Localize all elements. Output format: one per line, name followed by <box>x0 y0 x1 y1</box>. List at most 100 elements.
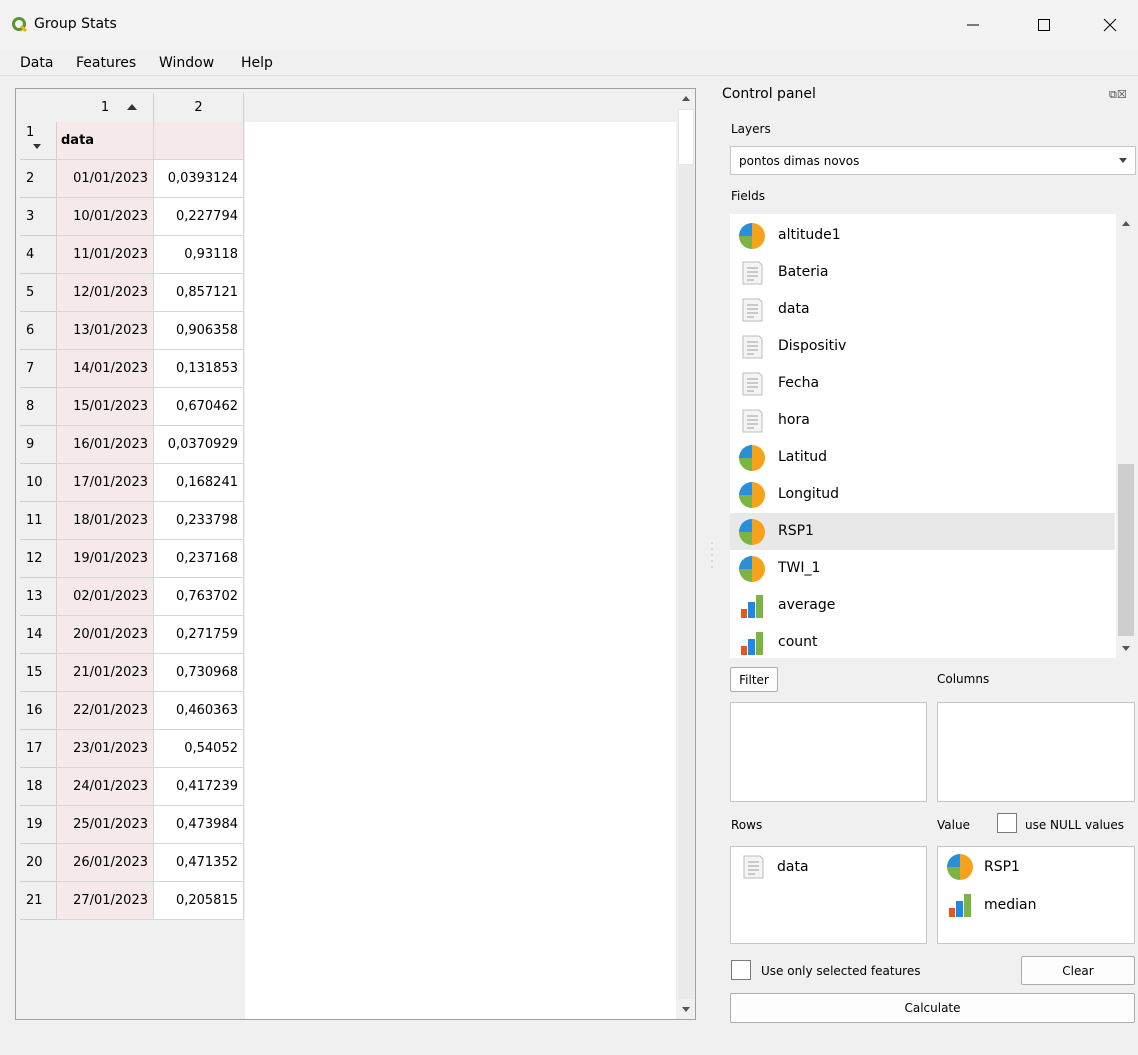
scrollbar-thumb[interactable] <box>1118 464 1134 636</box>
row-header[interactable]: 13 <box>20 578 57 616</box>
date-cell[interactable]: 17/01/2023 <box>57 464 154 502</box>
row-header[interactable]: 7 <box>20 350 57 388</box>
field-item-data[interactable]: data <box>730 291 1115 328</box>
value-cell[interactable]: 0,271759 <box>154 616 244 654</box>
table-vertical-scrollbar[interactable] <box>676 89 695 1019</box>
field-item-twi-1[interactable]: TWI_1 <box>730 550 1115 587</box>
value-cell[interactable]: 0,473984 <box>154 806 244 844</box>
field-item-fecha[interactable]: Fecha <box>730 365 1115 402</box>
maximize-button[interactable] <box>1024 10 1064 40</box>
value-cell[interactable]: 0,233798 <box>154 502 244 540</box>
row-header[interactable]: 12 <box>20 540 57 578</box>
row-header[interactable]: 14 <box>20 616 57 654</box>
field-item-count[interactable]: count <box>730 624 1115 658</box>
value-cell[interactable]: 0,857121 <box>154 274 244 312</box>
row-header[interactable]: 11 <box>20 502 57 540</box>
row-header[interactable]: 3 <box>20 198 57 236</box>
field-item-latitud[interactable]: Latitud <box>730 439 1115 476</box>
columns-dropzone[interactable] <box>937 702 1135 802</box>
scroll-down-icon[interactable] <box>1122 646 1130 651</box>
minimize-button[interactable] <box>953 10 993 40</box>
date-cell[interactable]: 18/01/2023 <box>57 502 154 540</box>
value-cell[interactable] <box>154 122 244 160</box>
field-item-rsp1[interactable]: RSP1 <box>730 513 1115 550</box>
row-header[interactable]: 18 <box>20 768 57 806</box>
row-header[interactable]: 20 <box>20 844 57 882</box>
fields-list[interactable]: altitude1 Bateria data Dispositiv Fecha hora L… <box>730 214 1136 658</box>
row-header[interactable]: 16 <box>20 692 57 730</box>
value-dropzone[interactable]: RSP1 median <box>937 846 1135 944</box>
value-cell[interactable]: 0,54052 <box>154 730 244 768</box>
date-cell[interactable]: 22/01/2023 <box>57 692 154 730</box>
value-cell[interactable]: 0,417239 <box>154 768 244 806</box>
row-header[interactable]: 17 <box>20 730 57 768</box>
row-header[interactable]: 19 <box>20 806 57 844</box>
splitter-handle[interactable] <box>711 540 713 570</box>
value-cell[interactable]: 0,227794 <box>154 198 244 236</box>
column-header-1[interactable]: 1 <box>57 93 154 122</box>
filter-button[interactable]: Filter <box>730 667 778 692</box>
date-cell[interactable]: 20/01/2023 <box>57 616 154 654</box>
menu-data[interactable]: Data <box>20 55 53 71</box>
rows-dropzone[interactable]: data <box>730 846 927 944</box>
value-cell[interactable]: 0,670462 <box>154 388 244 426</box>
date-cell[interactable]: 27/01/2023 <box>57 882 154 920</box>
row-header[interactable]: 6 <box>20 312 57 350</box>
value-item-median[interactable]: median <box>946 891 1036 919</box>
date-cell[interactable]: 01/01/2023 <box>57 160 154 198</box>
field-item-longitud[interactable]: Longitud <box>730 476 1115 513</box>
value-cell[interactable]: 0,168241 <box>154 464 244 502</box>
menu-features[interactable]: Features <box>76 55 136 71</box>
date-cell[interactable]: 23/01/2023 <box>57 730 154 768</box>
column-header-2[interactable]: 2 <box>154 93 244 122</box>
row-header[interactable]: 5 <box>20 274 57 312</box>
scrollbar-thumb[interactable] <box>678 109 694 165</box>
date-cell[interactable]: 14/01/2023 <box>57 350 154 388</box>
fields-scrollbar[interactable] <box>1116 214 1136 658</box>
field-item-bateria[interactable]: Bateria <box>730 254 1115 291</box>
filter-dropzone[interactable] <box>730 702 927 802</box>
value-cell[interactable]: 0,730968 <box>154 654 244 692</box>
date-cell[interactable]: 12/01/2023 <box>57 274 154 312</box>
value-cell[interactable]: 0,460363 <box>154 692 244 730</box>
value-cell[interactable]: 0,0370929 <box>154 426 244 464</box>
field-item-altitude1[interactable]: altitude1 <box>730 217 1115 254</box>
scrollbar-track[interactable] <box>678 165 694 999</box>
value-cell[interactable]: 0,0393124 <box>154 160 244 198</box>
value-item-rsp1[interactable]: RSP1 <box>946 853 1020 881</box>
use-null-checkbox[interactable] <box>997 813 1017 833</box>
use-selected-checkbox[interactable] <box>731 960 751 980</box>
row-header[interactable]: 1 <box>20 122 57 160</box>
date-cell[interactable]: 15/01/2023 <box>57 388 154 426</box>
row-header[interactable]: 2 <box>20 160 57 198</box>
row-header[interactable]: 15 <box>20 654 57 692</box>
row-header[interactable]: 9 <box>20 426 57 464</box>
date-cell[interactable]: 24/01/2023 <box>57 768 154 806</box>
date-cell[interactable]: 13/01/2023 <box>57 312 154 350</box>
row-header[interactable]: 21 <box>20 882 57 920</box>
row-header[interactable]: 10 <box>20 464 57 502</box>
row-header[interactable]: 8 <box>20 388 57 426</box>
value-cell[interactable]: 0,131853 <box>154 350 244 388</box>
calculate-button[interactable]: Calculate <box>730 993 1135 1023</box>
value-cell[interactable]: 0,471352 <box>154 844 244 882</box>
results-table[interactable]: 1 2 1 data 2 01/01/2023 0,0393124 3 10/01/2023… <box>15 88 696 1020</box>
date-cell[interactable]: 11/01/2023 <box>57 236 154 274</box>
value-cell[interactable]: 0,906358 <box>154 312 244 350</box>
rows-item[interactable]: data <box>739 853 809 881</box>
field-item-average[interactable]: average <box>730 587 1115 624</box>
value-cell[interactable]: 0,93118 <box>154 236 244 274</box>
layers-combobox[interactable]: pontos dimas novos <box>730 146 1136 175</box>
scroll-up-icon[interactable] <box>682 96 690 101</box>
date-cell[interactable]: 10/01/2023 <box>57 198 154 236</box>
date-cell[interactable]: 21/01/2023 <box>57 654 154 692</box>
value-cell[interactable]: 0,763702 <box>154 578 244 616</box>
scroll-down-icon[interactable] <box>682 1007 690 1012</box>
date-cell[interactable]: 25/01/2023 <box>57 806 154 844</box>
scroll-up-icon[interactable] <box>1122 221 1130 226</box>
date-cell[interactable]: 16/01/2023 <box>57 426 154 464</box>
row-group-label[interactable]: data <box>57 122 154 160</box>
date-cell[interactable]: 26/01/2023 <box>57 844 154 882</box>
close-button[interactable] <box>1090 10 1130 40</box>
clear-button[interactable]: Clear <box>1021 956 1135 985</box>
